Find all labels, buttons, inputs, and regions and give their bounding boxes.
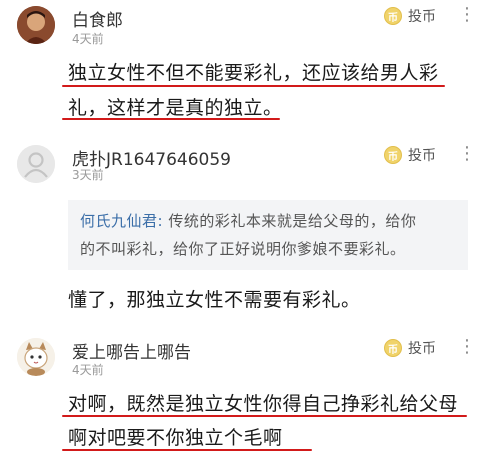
timestamp: 4天前: [72, 32, 104, 46]
comment-text-line: 懂了，那独立女性不需要有彩礼。: [68, 289, 361, 311]
coin-button[interactable]: 币 投币: [384, 145, 436, 165]
more-options-icon[interactable]: ⋮: [458, 145, 476, 163]
quote-line: 的不叫彩礼，给你了正好说明你爹娘不要彩礼。: [80, 240, 406, 258]
coin-label: 投币: [408, 341, 436, 357]
username[interactable]: 白食郎: [72, 6, 123, 31]
comment-text-line: 独立女性不但不能要彩礼，还应该给男人彩: [68, 62, 439, 84]
comment-2: 虎扑JR1647646059 3天前 币 投币 ⋮ 何氏九仙君: 传统的彩礼本来…: [0, 140, 490, 320]
timestamp: 4天前: [72, 363, 104, 377]
comment-1: 白食郎 4天前 币 投币 ⋮ 独立女性不但不能要彩礼，还应该给男人彩 礼，这样才…: [0, 0, 490, 125]
red-underline: [62, 118, 280, 120]
comment-text-line: 对啊，既然是独立女性你得自己挣彩礼给父母: [68, 393, 459, 415]
username[interactable]: 爱上哪告上哪告: [72, 338, 191, 363]
avatar-image-icon: [17, 6, 55, 44]
coin-button[interactable]: 币 投币: [384, 6, 436, 26]
more-options-icon[interactable]: ⋮: [458, 338, 476, 356]
coin-icon: 币: [384, 339, 402, 357]
comment-text-line: 礼，这样才是真的独立。: [68, 97, 283, 119]
coin-label: 投币: [408, 9, 436, 25]
comment-3: 爱上哪告上哪告 4天前 币 投币 ⋮ 对啊，既然是独立女性你得自己挣彩礼给父母 …: [0, 334, 490, 468]
red-underline: [62, 85, 445, 87]
more-options-icon[interactable]: ⋮: [458, 6, 476, 24]
red-underline: [62, 449, 312, 451]
red-underline: [62, 415, 467, 417]
quoted-username[interactable]: 何氏九仙君:: [80, 212, 163, 230]
quote-line: 何氏九仙君: 传统的彩礼本来就是给父母的，给你: [80, 210, 416, 231]
coin-icon: 币: [384, 7, 402, 25]
avatar[interactable]: [17, 145, 55, 183]
avatar[interactable]: [17, 6, 55, 44]
timestamp: 3天前: [72, 168, 104, 182]
comment-text-line: 啊对吧要不你独立个毛啊: [68, 427, 283, 449]
coin-button[interactable]: 币 投币: [384, 338, 436, 358]
avatar[interactable]: [17, 338, 55, 376]
quoted-reply[interactable]: 何氏九仙君: 传统的彩礼本来就是给父母的，给你 的不叫彩礼，给你了正好说明你爹娘…: [68, 200, 468, 270]
coin-icon: 币: [384, 146, 402, 164]
default-avatar-icon: [17, 145, 55, 183]
cat-avatar-icon: [17, 338, 55, 376]
quote-text: 传统的彩礼本来就是给父母的，给你: [163, 212, 417, 230]
coin-label: 投币: [408, 148, 436, 164]
